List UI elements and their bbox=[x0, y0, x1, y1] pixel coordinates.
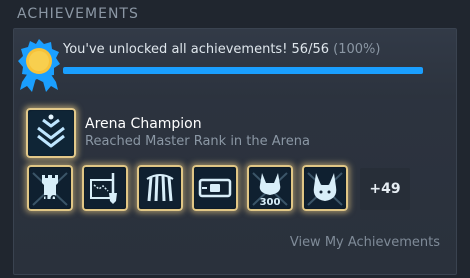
progress-fill bbox=[63, 67, 423, 74]
featured-achievement-name: Arena Champion bbox=[85, 116, 202, 132]
rabbit-icon[interactable] bbox=[302, 165, 348, 211]
more-achievements-count[interactable]: +49 bbox=[360, 168, 410, 210]
progress-bar bbox=[63, 67, 423, 74]
featured-achievement-description: Reached Master Rank in the Arena bbox=[85, 134, 310, 149]
badge-label: 10 bbox=[42, 193, 58, 206]
award-ribbon-icon bbox=[14, 34, 64, 102]
summary-count: You've unlocked all achievements! 56/56 bbox=[63, 42, 329, 57]
ticket-card-icon[interactable] bbox=[192, 165, 238, 211]
achievement-summary: You've unlocked all achievements! 56/56 … bbox=[14, 29, 456, 99]
summary-text: You've unlocked all achievements! 56/56 … bbox=[63, 42, 380, 57]
achievements-panel: You've unlocked all achievements! 56/56 … bbox=[13, 28, 457, 275]
cage-bars-icon[interactable] bbox=[137, 165, 183, 211]
featured-achievement-icon[interactable] bbox=[26, 108, 76, 158]
view-my-achievements-link[interactable]: View My Achievements bbox=[290, 235, 440, 250]
tower-10-icon[interactable]: 10 bbox=[27, 165, 73, 211]
section-title: ACHIEVEMENTS bbox=[17, 6, 139, 22]
rabbit-300-icon[interactable]: 300 bbox=[247, 165, 293, 211]
summary-percent: (100%) bbox=[333, 42, 381, 57]
treasure-map-shovel-icon[interactable] bbox=[82, 165, 128, 211]
badge-label: 300 bbox=[260, 197, 281, 208]
